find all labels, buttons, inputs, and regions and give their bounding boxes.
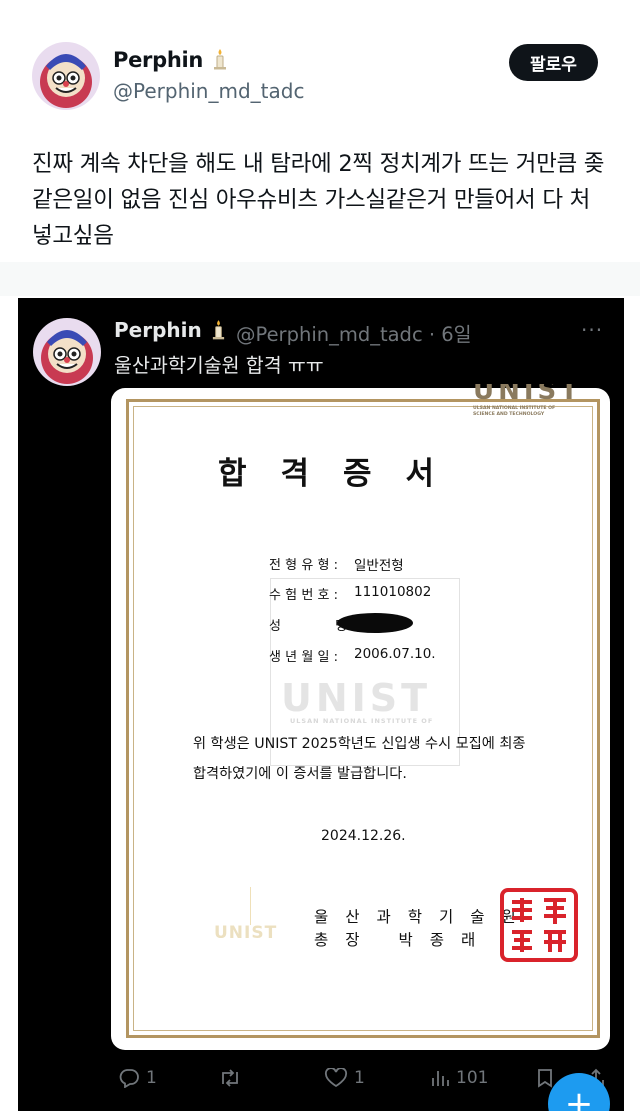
like-count: 1 [354, 1068, 365, 1088]
reply-icon [119, 1069, 139, 1088]
bookmark-icon [538, 1069, 552, 1088]
certificate-body-line2: 합격하였기에 이 증서를 발급합니다. [193, 766, 407, 782]
field-value-birthdate: 2006.07.10. [354, 646, 436, 662]
quoted-handle-time: @Perphin_md_tadc · 6일 [236, 323, 472, 346]
tweet-text: 진짜 계속 차단을 해도 내 탐라에 2찍 정치계가 뜨는 거만큼 좆같은일이 … [32, 151, 605, 249]
quoted-tweet-text: 울산과학기술원 합격 ㅠㅠ [114, 354, 324, 377]
follow-button[interactable]: 팔로우 [509, 44, 598, 81]
quoted-author-name: Perphin [114, 318, 202, 342]
author-name: Perphin [113, 48, 204, 72]
field-label-type: 전형유형: [269, 558, 343, 573]
watermark-text: UNIST [281, 676, 432, 720]
quoted-tweet-screenshot[interactable]: Perphin @Perphin_md_tadc · 6일 ··· 울산과학기술… [18, 298, 624, 1111]
official-seal-icon [500, 888, 578, 962]
more-icon: ··· [581, 318, 604, 342]
certificate-body: 위 학생은 UNIST 2025학년도 신입생 수시 모집에 최종 합격하였기에… [193, 729, 573, 789]
divider [0, 262, 640, 296]
badge-line [250, 887, 251, 925]
author-name-row[interactable]: Perphin [113, 48, 228, 72]
avatar-image [33, 318, 101, 386]
quoted-author-name-row: Perphin [114, 318, 226, 342]
badge-text: UNIST [214, 923, 278, 943]
field-value-type: 일반전형 [354, 558, 404, 574]
retweet-action[interactable] [218, 1068, 248, 1088]
unist-logo: UNIST ULSAN NATIONAL INSTITUTE OF SCIENC… [473, 384, 583, 424]
candle-icon [212, 320, 224, 340]
reply-count: 1 [146, 1068, 157, 1088]
certificate-date: 2024.12.26. [321, 828, 406, 844]
candle-icon [214, 49, 227, 70]
views-action[interactable]: 101 [430, 1068, 488, 1088]
author-avatar[interactable] [32, 42, 100, 110]
views-count: 101 [456, 1068, 489, 1088]
quoted-author-avatar [33, 318, 101, 386]
avatar-image [32, 42, 100, 110]
gold-badge: UNIST [210, 881, 292, 961]
reply-action[interactable]: 1 [118, 1068, 157, 1088]
certificate-title: 합격증서 [218, 456, 469, 492]
plus-icon: + [564, 1084, 594, 1111]
field-label-exam-number: 수험번호: [269, 588, 343, 603]
field-label-birthdate: 생년월일: [269, 650, 343, 665]
retweet-icon [222, 1069, 238, 1087]
heart-icon [324, 1068, 348, 1088]
watermark-subtext: ULSAN NATIONAL INSTITUTE OF [290, 717, 434, 725]
like-action[interactable]: 1 [324, 1068, 365, 1088]
views-icon [432, 1071, 449, 1086]
certificate-body-line1: 위 학생은 UNIST 2025학년도 신입생 수시 모집에 최종 [193, 736, 526, 752]
bookmark-action[interactable] [536, 1068, 554, 1088]
issuer-line2: 총장 박종래 [314, 931, 493, 949]
field-value-exam-number: 111010802 [354, 584, 432, 600]
author-handle[interactable]: @Perphin_md_tadc [113, 79, 304, 103]
unist-logo-subtext: ULSAN NATIONAL INSTITUTE OF SCIENCE AND … [473, 406, 556, 417]
unist-logo-text: UNIST [473, 384, 583, 406]
redaction-blob [337, 613, 413, 633]
